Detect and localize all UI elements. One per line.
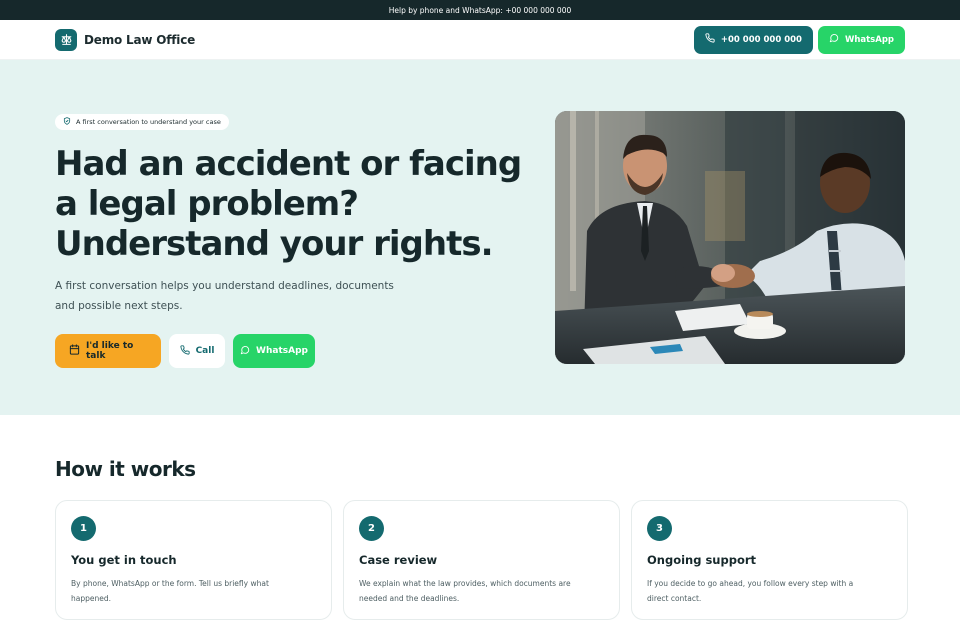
hero-section: A first conversation to understand your … xyxy=(0,60,960,415)
hero-content: A first conversation to understand your … xyxy=(55,110,525,368)
steps-list: 1 You get in touch By phone, WhatsApp or… xyxy=(55,500,908,620)
step-title: Ongoing support xyxy=(647,553,757,567)
step-text: We explain what the law provides, which … xyxy=(359,579,571,603)
how-it-works-section: How it works 1 You get in touch By phone… xyxy=(0,415,960,620)
step-title: You get in touch xyxy=(71,553,177,567)
talk-button-label: I'd like to talk xyxy=(86,341,134,361)
hero-subtitle: A first conversation helps you understan… xyxy=(55,280,394,312)
header-phone-label: +00 000 000 000 xyxy=(720,34,802,45)
hero-cta-group: I'd like to talk Call WhatsApp xyxy=(55,334,525,368)
step-title: Case review xyxy=(359,553,438,567)
calendar-icon xyxy=(69,344,80,358)
top-info-text: Help by phone and WhatsApp: +00 000 000 … xyxy=(388,5,572,15)
hero-handshake-photo xyxy=(555,111,905,364)
header-whatsapp-label: WhatsApp xyxy=(844,34,894,45)
header-whatsapp-button[interactable]: WhatsApp xyxy=(817,25,905,54)
step-text: By phone, WhatsApp or the form. Tell us … xyxy=(71,579,269,603)
hero-badge: A first conversation to understand your … xyxy=(55,114,229,130)
header-actions: +00 000 000 000 WhatsApp xyxy=(693,25,905,54)
whatsapp-icon xyxy=(829,33,839,46)
hero-badge-text: A first conversation to understand your … xyxy=(76,118,221,126)
step-number: 1 xyxy=(71,516,96,541)
whatsapp-button[interactable]: WhatsApp xyxy=(233,334,315,368)
phone-icon xyxy=(179,344,190,358)
hero-title: Had an accident or facing a legal proble… xyxy=(55,144,522,264)
section-title: How it works xyxy=(55,457,196,481)
step-card: 1 You get in touch By phone, WhatsApp or… xyxy=(55,500,332,620)
step-text: If you decide to go ahead, you follow ev… xyxy=(647,579,854,603)
step-number: 3 xyxy=(647,516,672,541)
site-logo[interactable]: Demo Law Office xyxy=(55,28,196,51)
scales-icon xyxy=(55,28,77,51)
step-card: 2 Case review We explain what the law pr… xyxy=(343,500,620,620)
call-button-label: Call xyxy=(195,346,215,356)
whatsapp-button-label: WhatsApp xyxy=(256,346,308,356)
header-phone-button[interactable]: +00 000 000 000 xyxy=(693,25,813,54)
call-button[interactable]: Call xyxy=(169,334,225,368)
top-info-bar: Help by phone and WhatsApp: +00 000 000 … xyxy=(0,0,960,20)
step-number: 2 xyxy=(359,516,384,541)
shield-check-icon xyxy=(63,117,71,127)
step-card: 3 Ongoing support If you decide to go ah… xyxy=(631,500,908,620)
site-header: Demo Law Office +00 000 000 000 WhatsApp xyxy=(0,20,960,60)
talk-button[interactable]: I'd like to talk xyxy=(55,334,161,368)
phone-icon xyxy=(705,33,715,46)
whatsapp-icon xyxy=(240,345,250,358)
logo-text: Demo Law Office xyxy=(84,32,196,47)
